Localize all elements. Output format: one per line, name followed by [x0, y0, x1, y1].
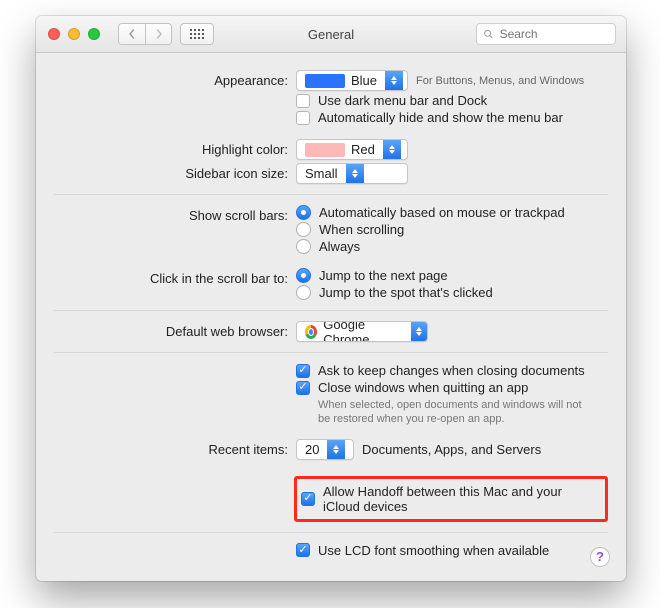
dropdown-arrows-icon	[346, 164, 364, 183]
grid-icon	[190, 29, 204, 39]
sidebar-label: Sidebar icon size:	[54, 163, 296, 181]
click-spot-radio[interactable]: Jump to the spot that's clicked	[296, 285, 608, 300]
sidebar-select[interactable]: Small	[296, 163, 408, 184]
traffic-lights	[48, 28, 100, 40]
radio-unchecked-icon	[296, 285, 311, 300]
recent-label: Recent items:	[54, 439, 296, 457]
highlight-label: Highlight color:	[54, 139, 296, 157]
scrollbars-label: Show scroll bars:	[54, 205, 296, 223]
nav-back-forward	[118, 23, 172, 45]
checkbox-unchecked-icon	[296, 94, 310, 108]
red-swatch-icon	[305, 143, 345, 157]
recent-value: 20	[305, 442, 319, 457]
divider	[54, 352, 608, 353]
checkbox-unchecked-icon	[296, 111, 310, 125]
checkbox-checked-icon	[301, 492, 315, 506]
browser-value: Google Chrome	[323, 321, 403, 342]
browser-label: Default web browser:	[54, 321, 296, 339]
dropdown-arrows-icon	[327, 440, 345, 459]
close-icon[interactable]	[48, 28, 60, 40]
lcd-smoothing-checkbox[interactable]: Use LCD font smoothing when available	[296, 543, 608, 558]
recent-caption: Documents, Apps, and Servers	[362, 442, 541, 457]
blue-swatch-icon	[305, 74, 345, 88]
clickin-label: Click in the scroll bar to:	[54, 268, 296, 286]
radio-unchecked-icon	[296, 239, 311, 254]
titlebar: General	[36, 16, 626, 53]
divider	[54, 310, 608, 311]
close-windows-note: When selected, open documents and window…	[296, 399, 586, 427]
checkbox-checked-icon	[296, 381, 310, 395]
radio-checked-icon	[296, 268, 311, 283]
checkbox-checked-icon	[296, 543, 310, 557]
forward-button[interactable]	[145, 24, 171, 44]
ask-keep-checkbox[interactable]: Ask to keep changes when closing documen…	[296, 363, 608, 378]
radio-unchecked-icon	[296, 222, 311, 237]
dropdown-arrows-icon	[411, 322, 427, 341]
back-button[interactable]	[119, 24, 145, 44]
dropdown-arrows-icon	[383, 140, 401, 159]
radio-checked-icon	[296, 205, 311, 220]
dropdown-arrows-icon	[385, 71, 403, 90]
sidebar-value: Small	[305, 166, 338, 181]
scroll-auto-radio[interactable]: Automatically based on mouse or trackpad	[296, 205, 608, 220]
highlight-select[interactable]: Red	[296, 139, 408, 160]
appearance-value: Blue	[351, 73, 377, 88]
search-field[interactable]	[476, 23, 616, 45]
click-next-radio[interactable]: Jump to the next page	[296, 268, 608, 283]
recent-select[interactable]: 20	[296, 439, 354, 460]
pane-body: Appearance: Blue For Buttons, Menus, and…	[36, 53, 626, 581]
dark-menu-checkbox[interactable]: Use dark menu bar and Dock	[296, 93, 608, 108]
divider	[54, 532, 608, 533]
minimize-icon[interactable]	[68, 28, 80, 40]
help-button[interactable]: ?	[590, 547, 610, 567]
appearance-label: Appearance:	[54, 70, 296, 88]
browser-select[interactable]: Google Chrome	[296, 321, 428, 342]
search-input[interactable]	[498, 26, 609, 42]
handoff-highlight: Allow Handoff between this Mac and your …	[294, 476, 608, 522]
scroll-when-radio[interactable]: When scrolling	[296, 222, 608, 237]
handoff-checkbox[interactable]: Allow Handoff between this Mac and your …	[297, 484, 597, 514]
preferences-window: General Appearance: Blue For Buttons, Me…	[36, 16, 626, 581]
zoom-icon[interactable]	[88, 28, 100, 40]
show-all-button[interactable]	[180, 23, 214, 45]
scroll-always-radio[interactable]: Always	[296, 239, 608, 254]
appearance-caption: For Buttons, Menus, and Windows	[416, 75, 584, 87]
appearance-select[interactable]: Blue	[296, 70, 408, 91]
search-icon	[483, 28, 494, 40]
chrome-icon	[305, 325, 317, 339]
checkbox-checked-icon	[296, 364, 310, 378]
divider	[54, 194, 608, 195]
highlight-value: Red	[351, 142, 375, 157]
autohide-menu-checkbox[interactable]: Automatically hide and show the menu bar	[296, 110, 608, 125]
close-windows-checkbox[interactable]: Close windows when quitting an app	[296, 380, 608, 395]
